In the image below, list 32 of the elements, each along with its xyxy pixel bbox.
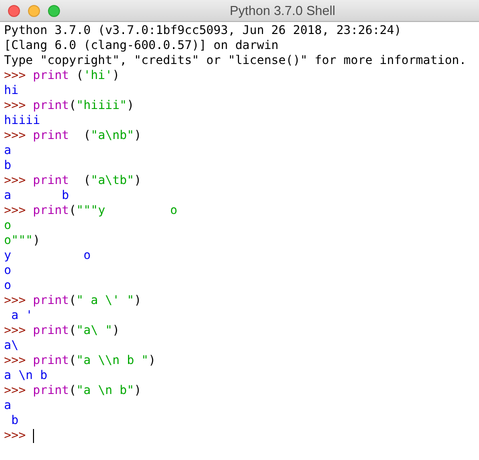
shell-line: a ' <box>10 308 33 323</box>
shell-line: o <box>4 218 12 233</box>
shell-line: b <box>10 413 18 428</box>
shell-line: a <box>4 398 12 413</box>
shell-line: >>> print ("a\tb") <box>4 173 142 188</box>
shell-line: >>> print("""y o <box>4 203 178 218</box>
close-button[interactable] <box>8 4 20 16</box>
shell-line: o""") <box>4 233 40 248</box>
shell-line: a\ <box>4 338 18 353</box>
shell-line: >>> print ('hi') <box>4 68 120 83</box>
shell-line: >>> <box>4 428 27 443</box>
shell-line: a \n b <box>4 368 48 383</box>
shell-line: o <box>4 263 12 278</box>
shell-line: Type "copyright", "credits" or "license()" for more information. <box>4 53 466 68</box>
shell-line: >>> print("a \n b") <box>4 383 142 398</box>
minimize-button[interactable] <box>28 4 40 16</box>
zoom-button[interactable] <box>48 4 60 16</box>
shell-line: y o <box>4 248 91 263</box>
shell-line: >>> print(" a \' ") <box>4 293 142 308</box>
shell-line: a b <box>4 188 70 203</box>
shell-line: b <box>4 158 12 173</box>
shell-line: >>> print("a \\n b ") <box>4 353 156 368</box>
shell-line: [Clang 6.0 (clang-600.0.57)] on darwin <box>4 38 279 53</box>
shell-line: o <box>4 278 12 293</box>
window-title: Python 3.7.0 Shell <box>230 3 336 18</box>
shell-line: >>> print ("a\nb") <box>4 128 142 143</box>
shell-line: a <box>4 143 12 158</box>
shell-line: hi <box>4 83 18 98</box>
shell-line: >>> print("a\ ") <box>4 323 120 338</box>
shell-line: >>> print("hiiii") <box>4 98 134 113</box>
shell-line: Python 3.7.0 (v3.7.0:1bf9cc5093, Jun 26 2018, 23:26:24) <box>4 23 402 38</box>
shell-line: hiiii <box>4 113 40 128</box>
